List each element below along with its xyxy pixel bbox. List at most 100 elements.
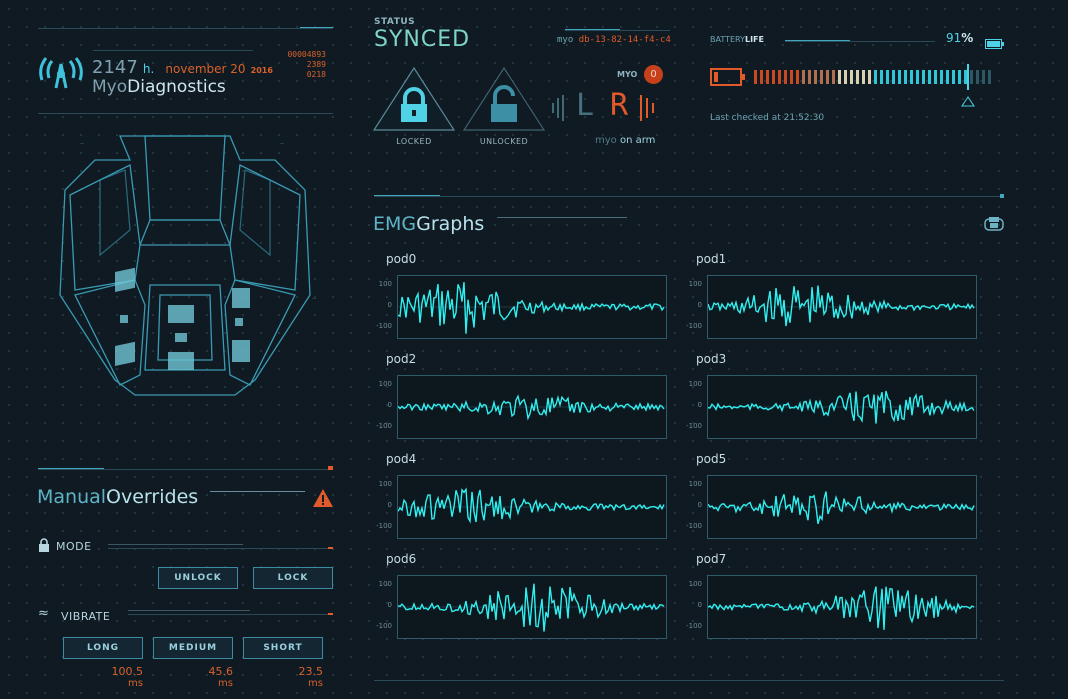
battery-segment	[982, 70, 985, 84]
battery-segment	[826, 70, 829, 84]
emg-title-prefix: EMG	[373, 213, 417, 235]
battery-percent: 91%	[946, 31, 973, 45]
battery-percent-sign: %	[961, 31, 974, 45]
battery-segment	[886, 70, 889, 84]
myo-label: MYO	[617, 70, 638, 79]
battery-level-marker	[967, 64, 969, 90]
divider	[374, 680, 1004, 681]
pod-axis-tick: -100	[376, 522, 392, 530]
pod-trace-canvas	[397, 282, 666, 334]
pod-axis-tick: 0	[387, 301, 392, 309]
app-title-prefix: Myo	[92, 77, 128, 97]
pod-axis-tick: -100	[376, 422, 392, 430]
pod-label: pod2	[386, 352, 417, 366]
battery-segment	[952, 70, 955, 84]
vibrate-short-button[interactable]: SHORT	[243, 637, 323, 659]
hours-readout: 2147 h. november 20 2016	[92, 57, 273, 78]
emg-title: EMGGraphs	[373, 213, 484, 235]
pod-graph	[397, 475, 667, 539]
pod-axis-tick: 100	[378, 480, 392, 488]
battery-title: BATTERYLIFE	[710, 35, 764, 44]
battery-segment	[856, 70, 859, 84]
logo-rule	[93, 50, 253, 51]
lock-button[interactable]: LOCK	[253, 567, 333, 589]
pod-axis-tick: 0	[387, 501, 392, 509]
pod-axis-tick: 100	[378, 580, 392, 588]
pod-label: pod4	[386, 452, 417, 466]
battery-segment	[970, 70, 973, 84]
pod-label: pod3	[696, 352, 727, 366]
battery-segment	[772, 70, 775, 84]
battery-segment	[778, 70, 781, 84]
vibrate-long-button[interactable]: LONG	[63, 637, 143, 659]
vibrate-medium-button[interactable]: MEDIUM	[153, 637, 233, 659]
pod-axis-tick: 0	[697, 301, 702, 309]
device-rule-accent	[565, 29, 620, 30]
locked-lock-icon[interactable]	[372, 66, 456, 134]
pod-label: pod7	[696, 552, 727, 566]
divider-accent	[374, 195, 440, 196]
emg-title-rule	[497, 217, 627, 218]
date-text: november 20	[165, 62, 246, 76]
battery-rule-accent	[785, 40, 850, 41]
battery-segment	[946, 70, 949, 84]
mode-marker	[328, 547, 333, 549]
title-rule	[210, 491, 305, 492]
arm-signal-right-icon	[640, 95, 662, 121]
battery-segment	[910, 70, 913, 84]
device-rule	[565, 30, 670, 31]
pod-axis-tick: 100	[688, 580, 702, 588]
battery-segment	[922, 70, 925, 84]
pod-axis-tick: -100	[686, 322, 702, 330]
battery-icon	[985, 34, 1005, 49]
battery-segment	[988, 70, 991, 84]
unlocked-lock-icon[interactable]	[462, 66, 546, 134]
svg-text:—: —	[50, 296, 54, 301]
battery-segment	[976, 70, 979, 84]
pod-trace-canvas	[707, 491, 976, 524]
battery-rule	[785, 41, 935, 42]
pod-axis-tick: -100	[376, 322, 392, 330]
battery-segment	[964, 70, 967, 84]
arm-right-indicator: R	[610, 88, 629, 123]
battery-segment	[760, 70, 763, 84]
emg-trace	[397, 487, 665, 524]
emg-title-main: Graphs	[416, 213, 485, 235]
battery-segment	[862, 70, 865, 84]
pod-axis-tick: 0	[697, 501, 702, 509]
battery-segment	[880, 70, 883, 84]
pod-axis-tick: 0	[387, 601, 392, 609]
battery-segment	[832, 70, 835, 84]
battery-segment	[784, 70, 787, 84]
pod-trace-canvas	[397, 394, 666, 421]
emg-trace	[707, 285, 975, 327]
pod-graph	[397, 575, 667, 639]
pod-label: pod5	[696, 452, 727, 466]
short-duration-unit: ms	[308, 678, 323, 689]
battery-level-meter	[754, 64, 991, 107]
pod-axis-tick: -100	[686, 622, 702, 630]
emg-trace	[707, 586, 975, 630]
battery-percent-value: 91	[946, 31, 962, 45]
pod-axis-tick: 100	[688, 380, 702, 388]
app-title-main: Diagnostics	[127, 77, 226, 97]
battery-segment	[868, 70, 871, 84]
arm-left-indicator: L	[576, 88, 595, 123]
myo-device-icon[interactable]	[983, 216, 1005, 232]
vibrate-marker	[328, 613, 333, 615]
battery-segment	[766, 70, 769, 84]
pod-axis-tick: 0	[697, 601, 702, 609]
battery-segment	[916, 70, 919, 84]
divider-accent	[38, 468, 104, 469]
unlocked-label: UNLOCKED	[479, 137, 529, 146]
pod-trace-canvas	[397, 487, 666, 524]
divider	[374, 196, 1004, 197]
pod-axis-tick: -100	[376, 622, 392, 630]
pod-axis-tick: 0	[387, 401, 392, 409]
pod-trace-canvas	[397, 583, 666, 632]
warning-icon	[312, 488, 334, 508]
myo-logo-icon	[36, 50, 86, 94]
overrides-title: ManualOverrides	[37, 486, 198, 508]
unlock-button[interactable]: UNLOCK	[158, 567, 238, 589]
pod-axis-tick: 100	[378, 280, 392, 288]
